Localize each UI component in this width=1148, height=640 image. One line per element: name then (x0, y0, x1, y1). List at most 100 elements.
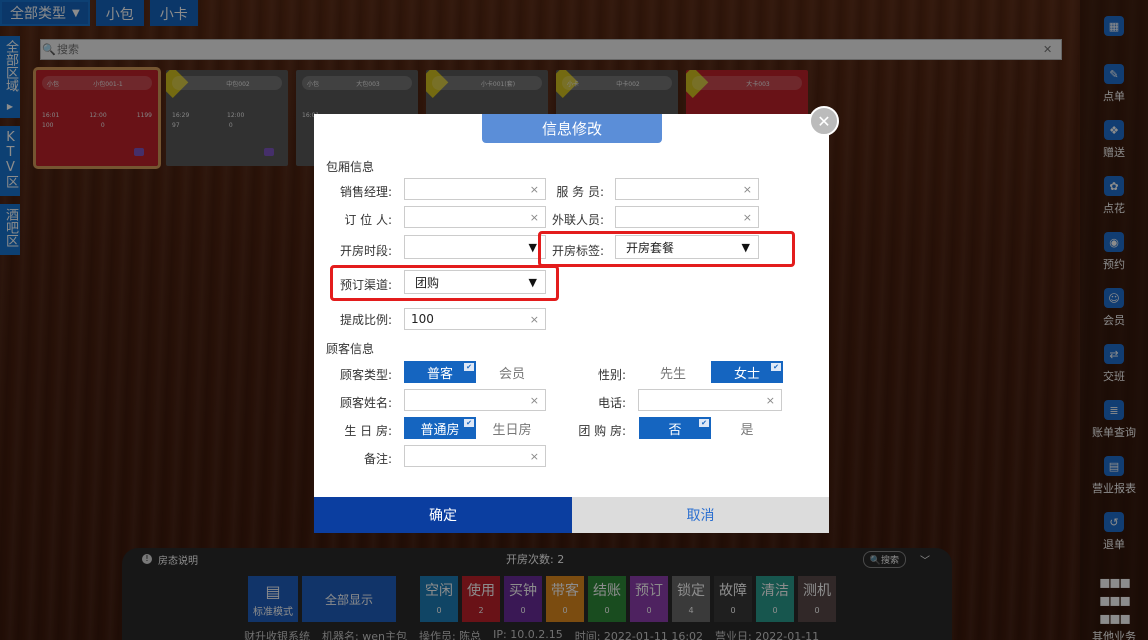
member-icon: ☺ (1104, 288, 1124, 308)
birthday-room-birthday[interactable]: 生日房 (486, 417, 538, 439)
apps-grid-icon: ▪▪▪ ▪▪▪ ▪▪▪ (1098, 572, 1132, 629)
liaison-field[interactable]: × (615, 206, 759, 228)
room-search-input[interactable] (57, 43, 1043, 56)
gender-male[interactable]: 先生 (644, 361, 702, 383)
status-badge (134, 148, 144, 156)
clear-icon[interactable]: × (530, 313, 539, 326)
sidebar-item-bill[interactable]: ≣ 账单查询 (1080, 392, 1148, 448)
section-customer-info: 顾客信息 (326, 342, 375, 356)
status-filter-reserved[interactable]: 预订 0 (630, 576, 668, 622)
birthday-room-label: 生 日 房: (344, 424, 392, 438)
liaison-label: 外联人员: (551, 213, 604, 227)
gender-label: 性别: (597, 368, 626, 382)
status-panel: ! 房态说明 开房次数: 2 🔍搜索 ﹀ ▤ 标准模式 全部显示 空闲 0 使用 2… (122, 548, 952, 640)
sidebar-item-flower[interactable]: ✿ 点花 (1080, 168, 1148, 224)
search-icon: 🔍 (42, 43, 56, 56)
phone-label: 电话: (597, 396, 626, 410)
clear-icon[interactable]: × (530, 450, 539, 463)
clear-icon[interactable]: × (530, 394, 539, 407)
region-all[interactable]: 全部区域 ▶ (0, 36, 20, 118)
chevron-down-icon: ▼ (72, 7, 80, 19)
room-card[interactable]: 中包002 16:29 12:00 97 0 (166, 70, 288, 166)
channel-select[interactable]: 团购 ▼ (404, 270, 546, 294)
top-filter-bar: 全部类型 ▼ 小包 小卡 (0, 0, 198, 28)
clear-icon[interactable]: × (743, 211, 752, 224)
region-list: 全部区域 ▶ KTV区 酒吧区 (0, 36, 22, 263)
chevron-down-icon[interactable]: ﹀ (920, 552, 930, 567)
customer-name-field[interactable]: × (404, 389, 546, 411)
status-filter-cleaning[interactable]: 清洁 0 (756, 576, 794, 622)
standard-mode-button[interactable]: ▤ 标准模式 (248, 576, 298, 622)
gender-female[interactable]: 女士 ✔ (711, 361, 783, 383)
dialog-title: 信息修改 (482, 114, 662, 143)
group-buy-room-yes[interactable]: 是 (721, 417, 773, 439)
sidebar-item-report[interactable]: ▤ 营业报表 (1080, 448, 1148, 504)
sidebar-item-shift[interactable]: ⇄ 交班 (1080, 336, 1148, 392)
shift-icon: ⇄ (1104, 344, 1124, 364)
section-room-info: 包厢信息 (326, 160, 375, 174)
commission-field[interactable]: 100 × (404, 308, 546, 330)
status-filter-in-use[interactable]: 使用 2 (462, 576, 500, 622)
sidebar-item-reserve[interactable]: ◉ 预约 (1080, 224, 1148, 280)
bill-icon: ≣ (1104, 400, 1124, 420)
customer-type-label: 顾客类型: (339, 368, 392, 382)
room-status-legend[interactable]: ! 房态说明 (142, 552, 198, 567)
status-filter-fault[interactable]: 故障 0 (714, 576, 752, 622)
bottom-search-button[interactable]: 🔍搜索 (862, 550, 906, 568)
tab-small-room[interactable]: 小包 (95, 0, 144, 26)
customer-type-regular[interactable]: 普客 ✔ (404, 361, 476, 383)
clear-icon[interactable]: × (766, 394, 775, 407)
sidebar-item-refund[interactable]: ↺ 退单 (1080, 504, 1148, 560)
close-icon[interactable]: ✕ (1043, 43, 1061, 56)
group-buy-room-no[interactable]: 否 ✔ (639, 417, 711, 439)
confirm-button[interactable]: 确定 (314, 497, 572, 533)
sidebar-item-member[interactable]: ☺ 会员 (1080, 280, 1148, 336)
sidebar-item-order[interactable]: ✎ 点单 (1080, 56, 1148, 112)
type-filter-label: 全部类型 (10, 6, 66, 22)
customer-type-member[interactable]: 会员 (486, 361, 538, 383)
status-filter-locked[interactable]: 锁定 4 (672, 576, 710, 622)
status-filter-testing[interactable]: 测机 0 (798, 576, 836, 622)
note-field[interactable]: × (404, 445, 546, 467)
group-buy-room-label: 团 购 房: (578, 424, 626, 438)
room-tag-label: 开房标签: (551, 244, 604, 258)
room-tag-select[interactable]: 开房套餐 ▼ (615, 235, 759, 259)
grid-icon: ▦ (1104, 16, 1124, 36)
right-sidebar: ▦ ✎ 点单 ❖ 赠送 ✿ 点花 ◉ 预约 ☺ 会员 ⇄ 交班 ≣ 账单查询 ▤ 营业报表 ↺ 退… (1080, 0, 1148, 640)
sales-manager-field[interactable]: × (404, 178, 546, 200)
edit-info-dialog: 信息修改 ✕ 包厢信息 销售经理: × 服 务 员: × 订 位 人: × 外联… (314, 106, 839, 533)
layout-icon: ▤ (265, 582, 281, 601)
room-search-bar: 🔍 ✕ (40, 39, 1062, 60)
status-badge (264, 148, 274, 156)
region-ktv[interactable]: KTV区 (0, 126, 20, 196)
status-filter-guest[interactable]: 带客 0 (546, 576, 584, 622)
status-filter-buy-time[interactable]: 买钟 0 (504, 576, 542, 622)
check-icon: ✔ (464, 363, 474, 371)
other-business-button[interactable]: ▪▪▪ ▪▪▪ ▪▪▪ 其他业务 (1080, 574, 1148, 640)
customer-name-label: 顾客姓名: (339, 396, 392, 410)
server-field[interactable]: × (615, 178, 759, 200)
sidebar-item-gift[interactable]: ❖ 赠送 (1080, 112, 1148, 168)
check-icon: ✔ (699, 419, 709, 427)
open-count: 开房次数: 2 (506, 553, 565, 566)
phone-field[interactable]: × (638, 389, 782, 411)
status-filter-idle[interactable]: 空闲 0 (420, 576, 458, 622)
close-icon[interactable]: ✕ (809, 106, 839, 136)
booker-field[interactable]: × (404, 206, 546, 228)
report-icon: ▤ (1104, 456, 1124, 476)
reserve-icon: ◉ (1104, 232, 1124, 252)
cancel-button[interactable]: 取消 (572, 497, 829, 533)
sidebar-item-grid[interactable]: ▦ (1080, 0, 1148, 56)
clear-icon[interactable]: × (743, 183, 752, 196)
commission-label: 提成比例: (339, 313, 392, 327)
type-filter-dropdown[interactable]: 全部类型 ▼ (0, 0, 90, 26)
birthday-room-normal[interactable]: 普通房 ✔ (404, 417, 476, 439)
show-all-button[interactable]: 全部显示 (302, 576, 396, 622)
status-filter-checkout[interactable]: 结账 0 (588, 576, 626, 622)
play-icon: ▶ (6, 102, 14, 111)
tab-small-booth[interactable]: 小卡 (149, 0, 198, 26)
room-card[interactable]: 小包 小包001-1 16:01 12:00 1199 100 0 (33, 67, 161, 169)
period-select[interactable]: ▼ (404, 235, 546, 259)
system-footer: 财升收银系统 机器名: wen主包 操作员: 陈总 IP: 10.0.2.15 … (244, 628, 820, 640)
region-bar[interactable]: 酒吧区 (0, 204, 20, 255)
